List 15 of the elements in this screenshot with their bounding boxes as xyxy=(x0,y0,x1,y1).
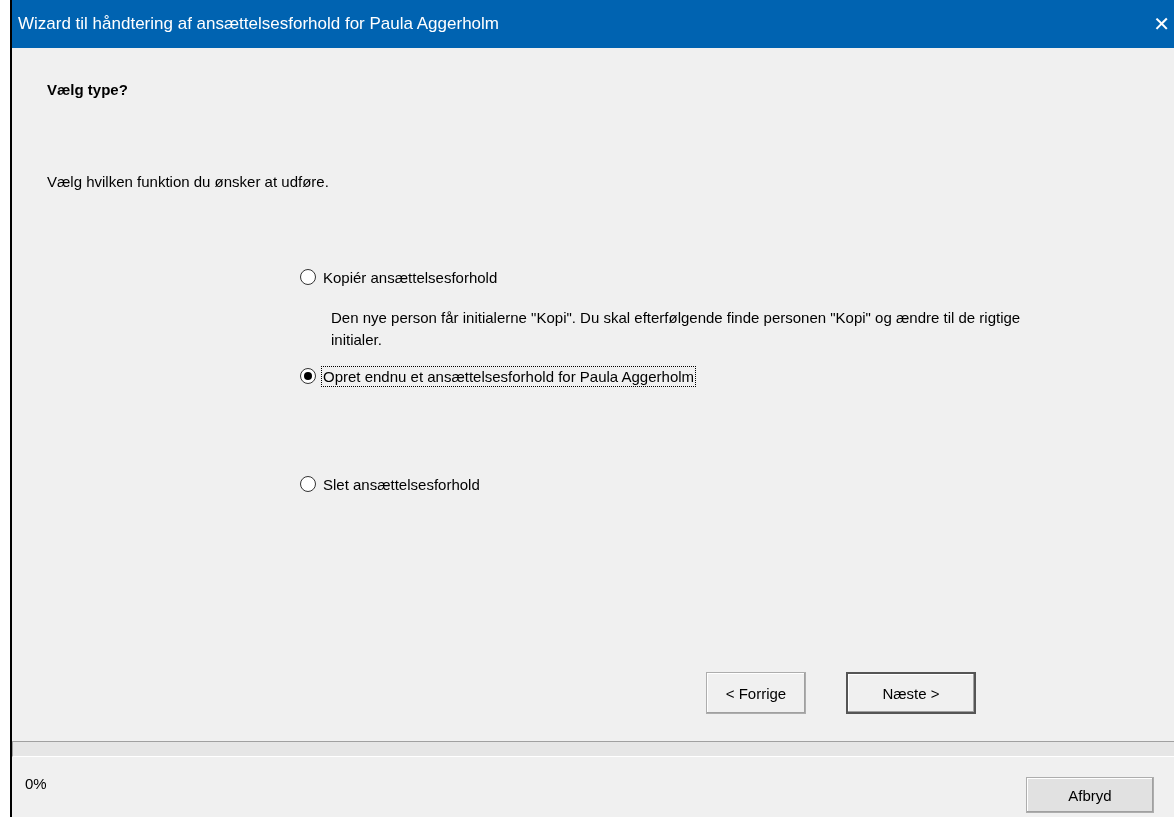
close-button[interactable]: ✕ xyxy=(1149,12,1174,36)
option-label[interactable]: Slet ansættelsesforhold xyxy=(321,473,482,495)
window-title: Wizard til håndtering af ansættelsesforhold for Paula Aggerholm xyxy=(18,14,499,34)
option-label[interactable]: Kopiér ansættelsesforhold xyxy=(321,266,500,288)
cancel-button[interactable]: Afbryd xyxy=(1026,777,1154,813)
progress-percent: 0% xyxy=(25,774,47,792)
next-button[interactable]: Næste > xyxy=(846,672,976,714)
radio-button[interactable] xyxy=(300,368,316,384)
option-description: Den nye person får initialerne "Kopi". Du skal efterfølgende finde personen "Kopi" og ændre til de rigtige initialer. xyxy=(331,308,1022,350)
page-heading: Vælg type? xyxy=(47,81,129,98)
option-label[interactable]: Opret endnu et ansættelsesforhold for Paula Aggerholm xyxy=(321,365,697,387)
back-button[interactable]: < Forrige xyxy=(706,672,806,714)
radio-button[interactable] xyxy=(300,269,316,285)
radio-button[interactable] xyxy=(300,476,316,492)
instruction-text: Vælg hvilken funktion du ønsker at udføre. xyxy=(47,173,330,190)
